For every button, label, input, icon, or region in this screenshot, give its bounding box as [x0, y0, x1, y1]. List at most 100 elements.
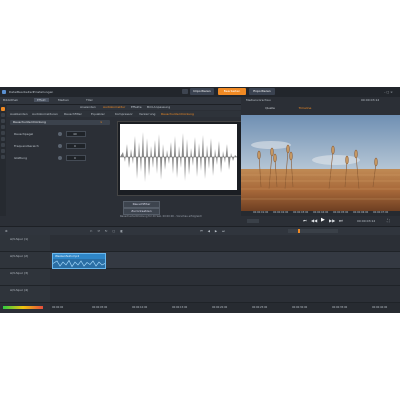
noise-level-knob-icon[interactable] [58, 132, 62, 136]
preview-tick: 00:00:02:00 [273, 211, 289, 214]
window-controls[interactable]: – □ × [384, 90, 393, 94]
track-row: A/V-Spur (1) [0, 235, 400, 252]
effect-compressor[interactable]: Kompressor [115, 112, 133, 116]
track-row: A/V-Spur (3) [0, 269, 400, 286]
menu-bar: Datei Bearbeiten Einstellungen Importier… [0, 87, 400, 97]
crop-icon[interactable] [1, 125, 5, 129]
effect-equalizer[interactable]: Equalizer [91, 112, 105, 116]
effect-fade[interactable]: Ausblenden [10, 112, 28, 116]
zoom-dropdown[interactable] [247, 219, 259, 223]
frequency-field[interactable]: 0 [66, 143, 86, 149]
preview-timecode: 00:00:03:12 [357, 219, 376, 223]
tab-audio-correction[interactable]: Audiokorrektur [103, 105, 125, 109]
preview-scrubber[interactable]: 00:00:01:00 00:00:02:00 00:00:03:00 00:0… [241, 211, 400, 216]
close-icon[interactable]: × [100, 120, 103, 124]
timeline-tools-icon[interactable]: ✂ ↺ ↻ ▢ ◧ [90, 229, 125, 233]
menu-edit[interactable]: Bearbeiten [17, 90, 33, 94]
preview-header: Medienvorschau 00:00:03:12 [241, 97, 400, 113]
fullscreen-icon[interactable]: ⛶ [387, 219, 390, 223]
preview-title: Medienvorschau [246, 98, 271, 102]
param-label-frequency: Frequenzbereich [14, 144, 39, 148]
ruler-tick: 00:00:10:00 [132, 306, 148, 309]
skip-forward-icon[interactable]: ⏭ [339, 219, 343, 223]
effects-icon[interactable] [1, 107, 5, 111]
tab-apply[interactable]: Anwenden [80, 105, 96, 109]
left-tool-bar [0, 104, 6, 216]
audio-waveform[interactable] [120, 124, 237, 190]
media-tab[interactable]: Medien [58, 98, 69, 102]
rewind-icon[interactable]: ◀◀ [311, 219, 317, 223]
param-label-smoothing: Glättung [14, 156, 28, 160]
timeline-clip[interactable]: Weizenfeld.mp4 [52, 253, 106, 269]
color-icon[interactable] [1, 119, 5, 123]
frequency-knob-icon[interactable] [58, 144, 62, 148]
preview-tick: 00:00:03:00 [293, 211, 309, 214]
track-header[interactable]: A/V-Spur (3) [0, 269, 50, 285]
zoom-slider-handle[interactable] [298, 229, 300, 233]
ruler-tick: 00:00:35:00 [332, 306, 348, 309]
track-name: A/V-Spur (1) [10, 237, 29, 241]
export-button[interactable]: Exportieren [249, 88, 275, 95]
playback-controls: ⏮ ◀◀ ▶ ▶▶ ⏭ 00:00:03:12 ⛶ [241, 217, 400, 225]
overlay-icon[interactable] [1, 149, 5, 153]
track-header[interactable]: A/V-Spur (4) [0, 286, 50, 302]
effect-noise-reduction[interactable]: Rauschunterdrückung [161, 112, 194, 116]
library-tab[interactable]: Bibliothek [3, 98, 18, 102]
import-button[interactable]: Importieren [190, 88, 214, 95]
transition-icon[interactable] [1, 143, 5, 147]
effect-audio-corrections[interactable]: Audiokorrekturen [32, 112, 58, 116]
track-name: A/V-Spur (3) [10, 271, 29, 275]
menu-settings[interactable]: Einstellungen [33, 90, 53, 94]
ruler-tick: 00:00:30:00 [292, 306, 308, 309]
text-icon[interactable] [1, 137, 5, 141]
section-header[interactable]: Rauschunterdrückung × [10, 120, 110, 125]
preview-tab-timeline[interactable]: Timeline [285, 106, 325, 110]
noise-level-field[interactable]: 40 [66, 131, 86, 137]
preview-timecode-top: 00:00:03:12 [361, 98, 380, 102]
track-row: A/V-Spur (2) Weizenfeld.mp4 [0, 252, 400, 269]
smoothing-value: 0 [74, 156, 76, 160]
timeline-toolbar: ⚙ ✂ ↺ ↻ ▢ ◧ ⏮ ◀ ▶ ⏭ [0, 226, 400, 235]
settings-icon[interactable] [1, 155, 5, 159]
forward-icon[interactable]: ▶▶ [329, 219, 335, 223]
clip-name: Weizenfeld.mp4 [55, 254, 80, 258]
track-header[interactable]: A/V-Spur (1) [0, 235, 50, 251]
audio-icon[interactable] [1, 113, 5, 117]
smoothing-knob-icon[interactable] [58, 156, 62, 160]
timeline-transport-icon[interactable]: ⏮ ◀ ▶ ⏭ [200, 229, 227, 233]
preview-tick: 00:00:07:00 [373, 211, 389, 214]
status-text: Rauschunterdrückung für 20 Sek. 00:00:00… [120, 215, 203, 218]
preview-tick: 00:00:06:00 [353, 211, 369, 214]
noise-filter-button[interactable]: Rauschfilter [123, 201, 160, 208]
video-preview-image[interactable] [241, 115, 400, 211]
ruler-tick: 00:00:05:00 [92, 306, 108, 309]
ruler-tick: 00:00:25:00 [252, 306, 268, 309]
menu-file[interactable]: Datei [9, 90, 17, 94]
ruler-tick: 00:00:15:00 [172, 306, 188, 309]
skip-back-icon[interactable]: ⏮ [303, 219, 307, 223]
zoom-slider[interactable] [288, 229, 338, 233]
ruler-tick: 00:00:00 [52, 306, 64, 309]
reset-button[interactable]: Zurücksetzen [123, 208, 160, 215]
track-header[interactable]: A/V-Spur (2) [0, 252, 50, 268]
timeline-ruler[interactable]: 00:00:00 00:00:05:00 00:00:10:00 00:00:1… [50, 303, 400, 313]
preview-tick: 00:00:04:00 [313, 211, 329, 214]
tab-image-adjust[interactable]: Bild-Anpassung [147, 105, 170, 109]
tab-effects[interactable]: Effekte [131, 105, 142, 109]
smoothing-field[interactable]: 0 [66, 155, 86, 161]
effect-tab[interactable]: Effekt [34, 98, 49, 102]
home-icon[interactable] [182, 89, 188, 94]
play-icon[interactable]: ▶ [321, 218, 325, 223]
title-tab[interactable]: Titel [86, 98, 92, 102]
speed-icon[interactable] [1, 131, 5, 135]
effect-noise-filter[interactable]: Rauschfilter [64, 112, 82, 116]
track-name: A/V-Spur (2) [10, 254, 29, 258]
effect-tabs: Anwenden Audiokorrektur Effekte Bild-Anp… [7, 105, 241, 110]
ruler-tick: 00:00:40:00 [372, 306, 388, 309]
preview-tab-source[interactable]: Quelle [250, 106, 290, 110]
timeline-settings-icon[interactable]: ⚙ [5, 229, 8, 233]
edit-button[interactable]: Bearbeiten [218, 88, 246, 95]
clip-waveform [53, 259, 105, 268]
ruler-tick: 00:00:20:00 [212, 306, 228, 309]
effect-distortion[interactable]: Verzerrung [139, 112, 155, 116]
